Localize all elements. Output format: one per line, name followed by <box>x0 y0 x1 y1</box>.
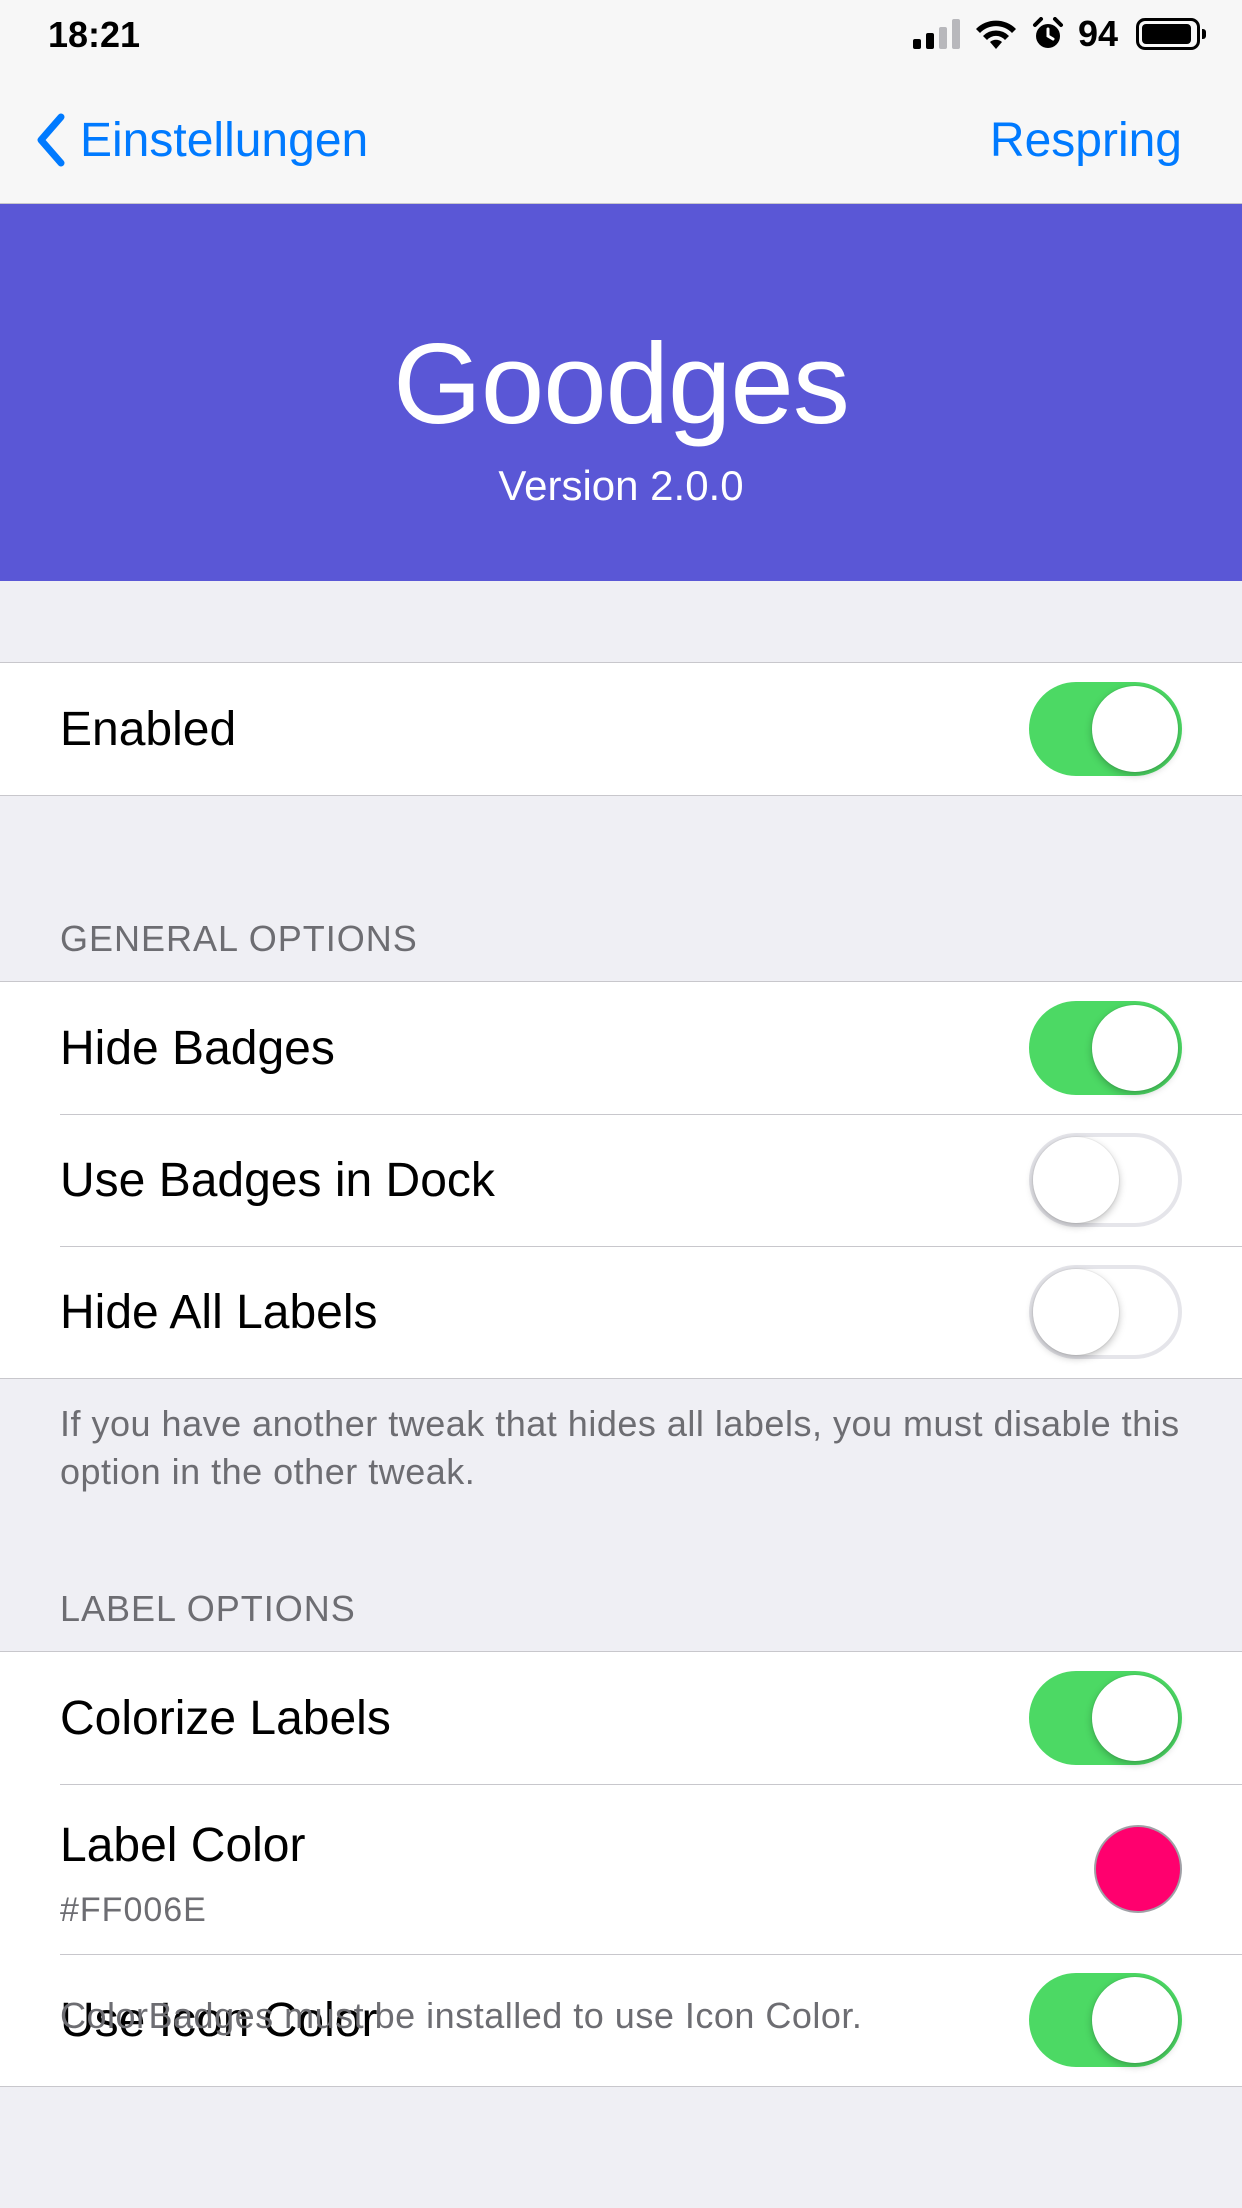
label-color-value: #FF006E <box>60 1891 207 1929</box>
use-badges-dock-toggle[interactable] <box>1029 1133 1182 1227</box>
hide-all-labels-label: Hide All Labels <box>60 1285 378 1339</box>
hide-all-labels-toggle[interactable] <box>1029 1265 1182 1359</box>
enabled-toggle[interactable] <box>1029 682 1182 776</box>
signal-icon <box>912 19 960 49</box>
general-options-group: Hide Badges Use Badges in Dock Hide All … <box>0 981 1242 1379</box>
tweak-header-banner: Goodges Version 2.0.0 <box>0 204 1242 581</box>
toggle-knob <box>1092 1675 1178 1761</box>
label-color-label: Label Color <box>60 1819 306 1872</box>
battery-percent: 94 <box>1077 13 1118 54</box>
tweak-title: Goodges <box>393 321 850 448</box>
chevron-left-icon <box>37 113 65 167</box>
navigation-bar: Einstellungen Respring <box>0 70 1242 204</box>
tweak-version: Version 2.0.0 <box>498 462 744 509</box>
enabled-group: Enabled <box>0 662 1242 796</box>
toggle-knob <box>1092 686 1178 772</box>
hide-badges-row: Hide Badges <box>0 982 1242 1114</box>
back-button-label: Einstellungen <box>80 113 369 167</box>
toggle-knob <box>1092 1005 1178 1091</box>
general-options-header: GENERAL OPTIONS <box>60 918 418 959</box>
toggle-knob <box>1033 1137 1119 1223</box>
hide-badges-toggle[interactable] <box>1029 1001 1182 1095</box>
colorize-labels-row: Colorize Labels <box>0 1652 1242 1784</box>
battery-icon <box>1136 18 1206 50</box>
colorize-labels-toggle[interactable] <box>1029 1671 1182 1765</box>
hide-all-labels-row: Hide All Labels <box>0 1246 1242 1378</box>
enabled-row: Enabled <box>0 663 1242 795</box>
respring-button[interactable]: Respring <box>990 110 1182 170</box>
label-color-row[interactable]: Label Color #FF006E <box>0 1784 1242 1954</box>
label-options-header: LABEL OPTIONS <box>60 1588 356 1629</box>
status-bar: 18:21 94 <box>0 0 1242 70</box>
label-color-swatch[interactable] <box>1094 1825 1182 1913</box>
battery-fill <box>1142 24 1191 44</box>
status-time: 18:21 <box>48 14 141 55</box>
alarm-icon <box>1032 17 1063 48</box>
hide-badges-label: Hide Badges <box>60 1021 335 1075</box>
status-indicators: 94 <box>912 13 1206 54</box>
back-button[interactable]: Einstellungen <box>36 110 368 170</box>
enabled-label: Enabled <box>60 702 237 756</box>
toggle-knob <box>1033 1269 1119 1355</box>
general-options-footer: If you have another tweak that hides all… <box>60 1403 1180 1492</box>
use-badges-dock-label: Use Badges in Dock <box>60 1153 495 1207</box>
label-options-footer: ColorBadges must be installed to use Ico… <box>60 1995 863 2036</box>
use-badges-dock-row: Use Badges in Dock <box>0 1114 1242 1246</box>
wifi-icon <box>975 20 1016 49</box>
colorize-labels-label: Colorize Labels <box>60 1691 391 1745</box>
